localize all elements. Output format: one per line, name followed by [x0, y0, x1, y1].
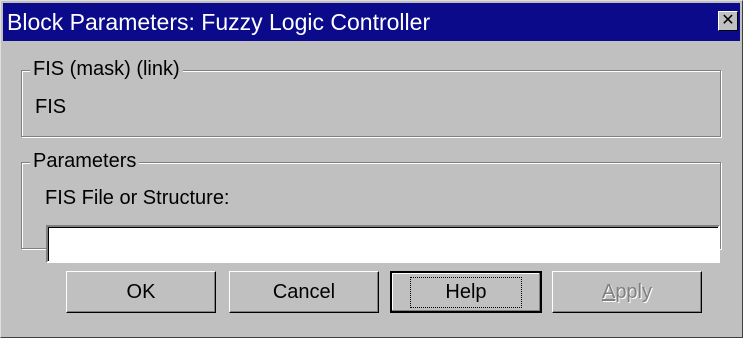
- ok-button[interactable]: OK: [66, 271, 216, 313]
- help-button-label: Help: [445, 280, 487, 303]
- cancel-button[interactable]: Cancel: [229, 271, 379, 313]
- mask-groupbox-legend: FIS (mask) (link): [30, 56, 183, 82]
- window-title: Block Parameters: Fuzzy Logic Controller: [7, 9, 431, 35]
- apply-button-label: Apply: [601, 280, 653, 303]
- mask-groupbox: FIS (mask) (link) FIS: [21, 56, 721, 137]
- cancel-button-label: Cancel: [272, 280, 336, 303]
- title-bar[interactable]: Block Parameters: Fuzzy Logic Controller…: [3, 3, 740, 41]
- mask-description: FIS: [35, 96, 67, 118]
- help-button[interactable]: Help: [390, 271, 542, 313]
- parameters-groupbox-legend: Parameters: [30, 148, 140, 174]
- fis-file-label: FIS File or Structure:: [45, 187, 230, 209]
- ok-button-label: OK: [126, 280, 156, 303]
- help-focus-ring: Help: [410, 276, 522, 308]
- close-icon: ✕: [721, 12, 735, 29]
- apply-button[interactable]: Apply: [552, 271, 702, 313]
- fis-file-input[interactable]: [46, 225, 720, 263]
- close-button[interactable]: ✕: [718, 11, 738, 31]
- dialog-window: Block Parameters: Fuzzy Logic Controller…: [0, 0, 743, 338]
- parameters-groupbox: Parameters FIS File or Structure:: [21, 148, 721, 263]
